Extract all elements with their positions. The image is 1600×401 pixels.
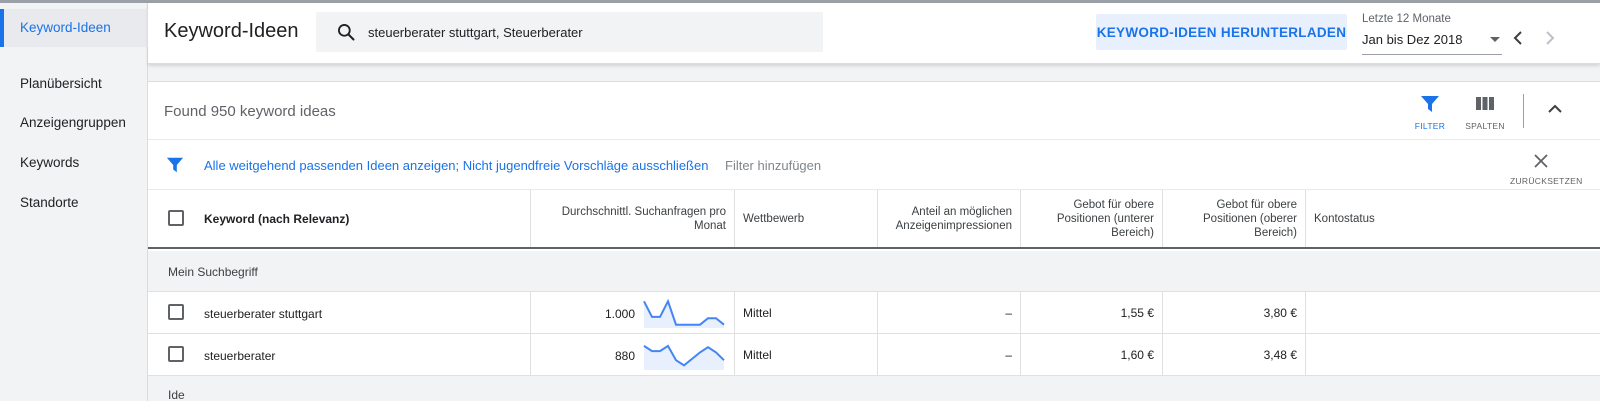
column-header-keyword[interactable]: Keyword (nach Relevanz) [148, 190, 531, 247]
select-all-checkbox[interactable] [168, 210, 184, 226]
search-trend-sparkline [643, 344, 725, 370]
sidebar-item-keywords[interactable]: Keywords [0, 144, 148, 182]
date-range-label: Letzte 12 Monate [1362, 13, 1451, 25]
avg-searches-cell: 1.000 [531, 292, 735, 333]
toolbar-divider [1523, 94, 1524, 128]
search-input[interactable] [368, 12, 808, 52]
column-header-account-status[interactable]: Kontostatus [1306, 190, 1600, 247]
avg-searches-cell: 880 [531, 334, 735, 375]
group-label-partial: Ide [168, 388, 185, 401]
table-row[interactable]: steuerberater stuttgart 1.000 Mittel – 1… [148, 292, 1600, 334]
bid-low-cell: 1,60 € [1021, 334, 1163, 375]
sidebar-item-keyword-ideas[interactable]: Keyword-Ideen [0, 9, 148, 47]
bid-high-cell: 3,80 € [1163, 292, 1306, 333]
impression-share-cell: – [878, 334, 1021, 375]
search-trend-sparkline [643, 298, 725, 328]
column-header-keyword-label: Keyword (nach Relevanz) [204, 212, 350, 226]
competition-cell: Mittel [735, 334, 878, 375]
table-header: Keyword (nach Relevanz) Durchschnittl. S… [148, 190, 1600, 249]
row-checkbox[interactable] [168, 346, 184, 362]
account-status-cell [1306, 334, 1600, 375]
search-icon [338, 24, 355, 41]
group-header-ideas: Ide [148, 376, 1600, 401]
results-count: Found 950 keyword ideas [164, 103, 336, 120]
impression-share-cell: – [878, 292, 1021, 333]
keyword-cell: steuerberater [148, 334, 531, 375]
close-icon[interactable] [1534, 154, 1548, 168]
filter-row: Alle weitgehend passenden Ideen anzeigen… [148, 139, 1600, 190]
columns-button[interactable]: SPALTEN [1461, 92, 1509, 132]
keyword-text: steuerberater [204, 349, 276, 363]
column-header-impression-share[interactable]: Anteil an möglichen Anzeigenimpressionen [878, 190, 1021, 247]
sidebar: Keyword-Ideen Planübersicht Anzeigengrup… [0, 3, 148, 401]
search-box[interactable] [316, 12, 823, 52]
previous-period-icon[interactable] [1509, 27, 1527, 49]
sidebar-item-locations[interactable]: Standorte [0, 184, 148, 222]
column-header-bid-high[interactable]: Gebot für obere Positionen (oberer Berei… [1163, 190, 1306, 247]
group-label: Mein Suchbegriff [168, 265, 258, 279]
add-filter-link[interactable]: Filter hinzufügen [725, 158, 821, 173]
page-header: Keyword-Ideen KEYWORD-IDEEN HERUNTERLADE… [148, 3, 1600, 64]
sidebar-item-ad-groups[interactable]: Anzeigengruppen [0, 104, 148, 142]
avg-searches-value: 880 [614, 349, 635, 363]
sidebar-item-plan-overview[interactable]: Planübersicht [0, 65, 148, 103]
table-row[interactable]: steuerberater 880 Mittel – 1,60 € 3,48 € [148, 334, 1600, 376]
page-title: Keyword-Ideen [164, 20, 299, 42]
columns-icon [1476, 97, 1494, 110]
next-period-icon[interactable] [1541, 27, 1559, 49]
active-filter-funnel-icon [166, 157, 184, 173]
column-header-competition[interactable]: Wettbewerb [735, 190, 878, 247]
bid-low-cell: 1,55 € [1021, 292, 1163, 333]
download-keyword-ideas-button[interactable]: KEYWORD-IDEEN HERUNTERLADEN [1096, 14, 1347, 50]
columns-button-label: SPALTEN [1465, 121, 1505, 131]
row-checkbox[interactable] [168, 304, 184, 320]
filter-funnel-icon [1421, 96, 1439, 112]
filter-button[interactable]: FILTER [1406, 92, 1454, 132]
active-filter-link[interactable]: Alle weitgehend passenden Ideen anzeigen… [204, 158, 708, 173]
keyword-ideas-card: Found 950 keyword ideas FILTER SPALTEN A… [148, 81, 1600, 401]
keyword-text: steuerberater stuttgart [204, 307, 323, 321]
collapse-chevron-up-icon[interactable] [1548, 104, 1562, 114]
competition-cell: Mittel [735, 292, 878, 333]
column-header-avg-searches[interactable]: Durchschnittl. Suchanfragen pro Monat [531, 190, 735, 247]
date-range-select[interactable]: Jan bis Dez 2018 [1362, 29, 1502, 55]
date-range-value: Jan bis Dez 2018 [1362, 32, 1463, 47]
group-header-my-search-terms: Mein Suchbegriff [148, 251, 1600, 292]
dropdown-arrow-icon [1490, 37, 1500, 42]
keyword-cell: steuerberater stuttgart [148, 292, 531, 333]
bid-high-cell: 3,48 € [1163, 334, 1306, 375]
filter-button-label: FILTER [1414, 121, 1446, 131]
account-status-cell [1306, 292, 1600, 333]
avg-searches-value: 1.000 [604, 307, 635, 321]
reset-filters-label[interactable]: ZURÜCKSETZEN [1510, 176, 1583, 186]
column-header-bid-low[interactable]: Gebot für obere Positionen (unterer Bere… [1021, 190, 1163, 247]
